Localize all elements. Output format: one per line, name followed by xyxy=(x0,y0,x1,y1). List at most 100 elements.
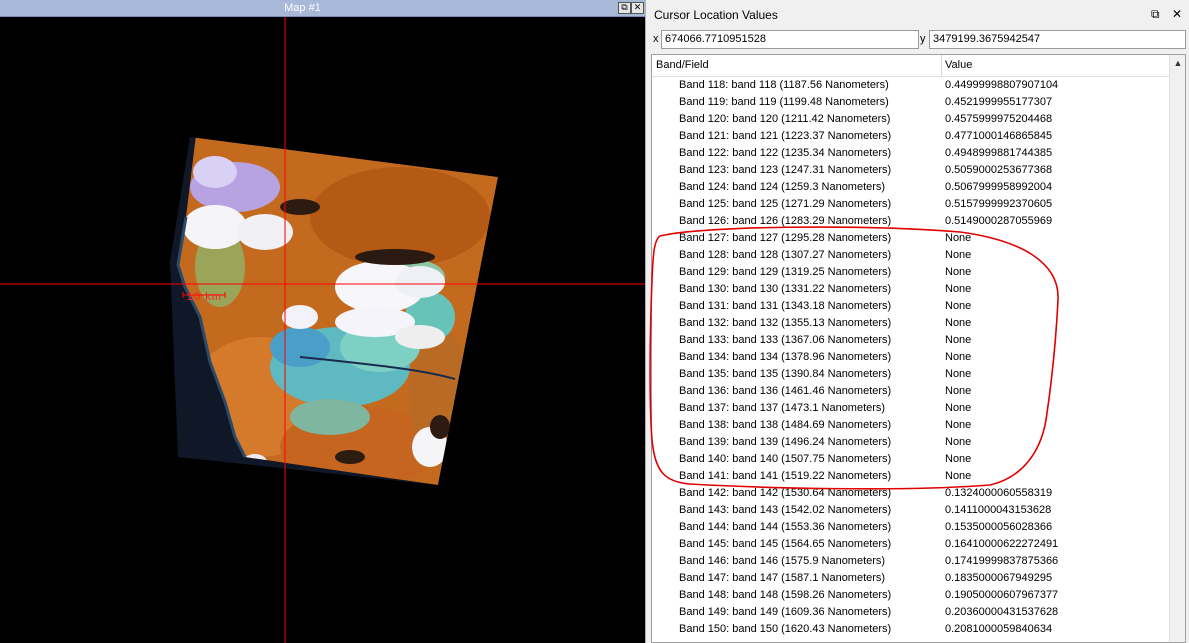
value-cell: None xyxy=(945,283,972,295)
value-cell: 0.5067999958992004 xyxy=(945,181,1053,193)
value-cell: 0.5149000287055969 xyxy=(945,215,1053,227)
band-field-cell: Band 131: band 131 (1343.18 Nanometers) xyxy=(679,300,892,312)
band-field-cell: Band 140: band 140 (1507.75 Nanometers) xyxy=(679,453,892,465)
table-row[interactable]: Band 134: band 134 (1378.96 Nanometers) N… xyxy=(652,349,1171,366)
band-field-cell: Band 148: band 148 (1598.26 Nanometers) xyxy=(679,589,892,601)
table-row[interactable]: Band 128: band 128 (1307.27 Nanometers) N… xyxy=(652,247,1171,264)
scroll-up-arrow-icon[interactable]: ▲ xyxy=(1170,55,1185,71)
value-cell: 0.1324000060558319 xyxy=(945,487,1053,499)
table-row[interactable]: Band 147: band 147 (1587.1 Nanometers) 0.… xyxy=(652,570,1171,587)
table-row[interactable]: Band 140: band 140 (1507.75 Nanometers) N… xyxy=(652,451,1171,468)
band-field-cell: Band 119: band 119 (1199.48 Nanometers) xyxy=(679,96,889,108)
band-field-cell: Band 128: band 128 (1307.27 Nanometers) xyxy=(679,249,892,261)
column-divider[interactable] xyxy=(941,55,942,77)
table-row[interactable]: Band 129: band 129 (1319.25 Nanometers) N… xyxy=(652,264,1171,281)
cursor-panel-titlebar: Cursor Location Values ⧉ ✕ xyxy=(646,0,1189,28)
y-label: y xyxy=(920,33,926,45)
band-field-cell: Band 145: band 145 (1564.65 Nanometers) xyxy=(679,538,892,550)
band-field-cell: Band 121: band 121 (1223.37 Nanometers) xyxy=(679,130,892,142)
y-coordinate-field[interactable]: 3479199.3675942547 xyxy=(929,30,1186,49)
table-header: Band/Field Value xyxy=(652,55,1171,77)
value-cell: None xyxy=(945,266,972,278)
band-field-cell: Band 123: band 123 (1247.31 Nanometers) xyxy=(679,164,892,176)
satellite-image xyxy=(0,17,645,643)
value-cell: None xyxy=(945,232,972,244)
value-cell: None xyxy=(945,385,972,397)
band-field-cell: Band 144: band 144 (1553.36 Nanometers) xyxy=(679,521,892,533)
table-row[interactable]: Band 145: band 145 (1564.65 Nanometers) 0… xyxy=(652,536,1171,553)
table-row[interactable]: Band 139: band 139 (1496.24 Nanometers) N… xyxy=(652,434,1171,451)
value-cell: None xyxy=(945,453,972,465)
x-coordinate-field[interactable]: 674066.7710951528 xyxy=(661,30,919,49)
band-field-cell: Band 135: band 135 (1390.84 Nanometers) xyxy=(679,368,892,380)
value-cell: 0.4948999881744385 xyxy=(945,147,1053,159)
map-titlebar: Map #1 ⧉ ✕ xyxy=(0,0,645,17)
band-field-cell: Band 136: band 136 (1461.46 Nanometers) xyxy=(679,385,892,397)
band-field-cell: Band 137: band 137 (1473.1 Nanometers) xyxy=(679,402,886,414)
band-field-cell: Band 149: band 149 (1609.36 Nanometers) xyxy=(679,606,892,618)
band-field-cell: Band 122: band 122 (1235.34 Nanometers) xyxy=(679,147,892,159)
band-values-table: Band/Field Value Band 118: band 118 (118… xyxy=(651,54,1186,643)
table-row[interactable]: Band 144: band 144 (1553.36 Nanometers) 0… xyxy=(652,519,1171,536)
cursor-panel-title: Cursor Location Values xyxy=(654,8,778,22)
map-panel: Map #1 ⧉ ✕ 10 km xyxy=(0,0,645,643)
table-row[interactable]: Band 119: band 119 (1199.48 Nanometers) 0… xyxy=(652,94,1171,111)
table-row[interactable]: Band 133: band 133 (1367.06 Nanometers) N… xyxy=(652,332,1171,349)
table-row[interactable]: Band 141: band 141 (1519.22 Nanometers) N… xyxy=(652,468,1171,485)
close-icon[interactable]: ✕ xyxy=(1172,7,1182,21)
value-cell: 0.1411000043153628 xyxy=(945,504,1052,516)
coordinate-row: x 674066.7710951528 y 3479199.3675942547 xyxy=(646,29,1189,51)
table-row[interactable]: Band 138: band 138 (1484.69 Nanometers) N… xyxy=(652,417,1171,434)
table-row[interactable]: Band 121: band 121 (1223.37 Nanometers) 0… xyxy=(652,128,1171,145)
table-row[interactable]: Band 148: band 148 (1598.26 Nanometers) 0… xyxy=(652,587,1171,604)
cursor-location-panel: Cursor Location Values ⧉ ✕ x 674066.7710… xyxy=(645,0,1189,643)
value-cell: None xyxy=(945,419,972,431)
vertical-scrollbar[interactable]: ▲ xyxy=(1169,55,1185,642)
band-field-cell: Band 133: band 133 (1367.06 Nanometers) xyxy=(679,334,892,346)
value-cell: None xyxy=(945,317,972,329)
table-row[interactable]: Band 118: band 118 (1187.56 Nanometers) 0… xyxy=(652,77,1171,94)
map-title: Map #1 xyxy=(284,2,321,14)
table-row[interactable]: Band 135: band 135 (1390.84 Nanometers) N… xyxy=(652,366,1171,383)
table-row[interactable]: Band 137: band 137 (1473.1 Nanometers) No… xyxy=(652,400,1171,417)
table-row[interactable]: Band 122: band 122 (1235.34 Nanometers) 0… xyxy=(652,145,1171,162)
table-row[interactable]: Band 143: band 143 (1542.02 Nanometers) 0… xyxy=(652,502,1171,519)
value-cell: None xyxy=(945,249,972,261)
table-row[interactable]: Band 132: band 132 (1355.13 Nanometers) N… xyxy=(652,315,1171,332)
band-field-cell: Band 130: band 130 (1331.22 Nanometers) xyxy=(679,283,892,295)
table-body: Band 118: band 118 (1187.56 Nanometers) 0… xyxy=(652,77,1171,638)
table-row[interactable]: Band 142: band 142 (1530.64 Nanometers) 0… xyxy=(652,485,1171,502)
value-cell: None xyxy=(945,368,972,380)
table-row[interactable]: Band 120: band 120 (1211.42 Nanometers) 0… xyxy=(652,111,1171,128)
table-row[interactable]: Band 150: band 150 (1620.43 Nanometers) 0… xyxy=(652,621,1171,638)
band-field-cell: Band 146: band 146 (1575.9 Nanometers) xyxy=(679,555,886,567)
value-cell: None xyxy=(945,334,972,346)
table-row[interactable]: Band 124: band 124 (1259.3 Nanometers) 0.… xyxy=(652,179,1171,196)
table-row[interactable]: Band 136: band 136 (1461.46 Nanometers) N… xyxy=(652,383,1171,400)
table-row[interactable]: Band 131: band 131 (1343.18 Nanometers) N… xyxy=(652,298,1171,315)
table-row[interactable]: Band 125: band 125 (1271.29 Nanometers) 0… xyxy=(652,196,1171,213)
band-field-cell: Band 120: band 120 (1211.42 Nanometers) xyxy=(679,113,891,125)
band-field-cell: Band 126: band 126 (1283.29 Nanometers) xyxy=(679,215,892,227)
restore-icon[interactable]: ⧉ xyxy=(618,2,631,14)
column-header-band[interactable]: Band/Field xyxy=(656,59,709,71)
column-header-value[interactable]: Value xyxy=(945,59,972,71)
undock-icon[interactable]: ⧉ xyxy=(1151,7,1160,22)
value-cell: 0.1835000067949295 xyxy=(945,572,1053,584)
close-icon[interactable]: ✕ xyxy=(631,2,644,14)
band-field-cell: Band 142: band 142 (1530.64 Nanometers) xyxy=(679,487,892,499)
value-cell: None xyxy=(945,470,972,482)
table-row[interactable]: Band 149: band 149 (1609.36 Nanometers) 0… xyxy=(652,604,1171,621)
band-field-cell: Band 147: band 147 (1587.1 Nanometers) xyxy=(679,572,886,584)
value-cell: 0.1535000056028366 xyxy=(945,521,1053,533)
value-cell: None xyxy=(945,300,972,312)
map-canvas[interactable]: 10 km xyxy=(0,17,645,643)
table-row[interactable]: Band 127: band 127 (1295.28 Nanometers) N… xyxy=(652,230,1171,247)
table-row[interactable]: Band 126: band 126 (1283.29 Nanometers) 0… xyxy=(652,213,1171,230)
band-field-cell: Band 125: band 125 (1271.29 Nanometers) xyxy=(679,198,892,210)
value-cell: 0.19050000607967377 xyxy=(945,589,1059,601)
table-row[interactable]: Band 146: band 146 (1575.9 Nanometers) 0.… xyxy=(652,553,1171,570)
value-cell: 0.5059000253677368 xyxy=(945,164,1053,176)
table-row[interactable]: Band 130: band 130 (1331.22 Nanometers) N… xyxy=(652,281,1171,298)
table-row[interactable]: Band 123: band 123 (1247.31 Nanometers) 0… xyxy=(652,162,1171,179)
